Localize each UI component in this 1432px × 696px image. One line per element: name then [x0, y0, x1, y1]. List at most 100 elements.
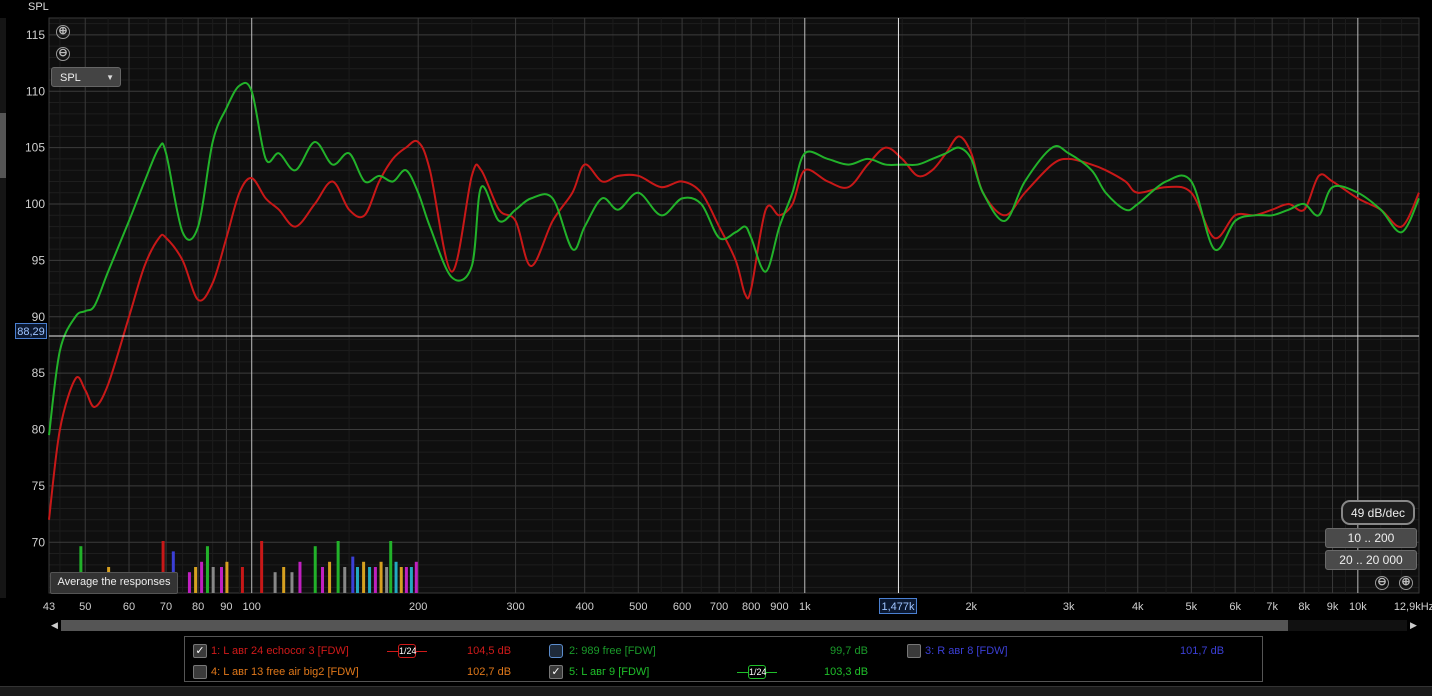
impulse-bar [240, 567, 244, 593]
cursor-x-readout: 1,477k [879, 598, 917, 614]
y-tick-label: 115 [26, 28, 45, 42]
smoothing-indicator[interactable]: 1/24 [737, 664, 777, 680]
checkbox-checked-icon[interactable]: ✓ [549, 665, 563, 679]
impulse-bar [394, 561, 398, 593]
impulse-bar [389, 541, 393, 593]
y-tick-labels: 70 75 80 85 90 95 100 105 110 115 [25, 28, 45, 549]
checkbox-checked-icon[interactable]: ✓ [193, 644, 207, 658]
x-tick-label: 60 [123, 601, 135, 613]
y-tick-label: 80 [32, 423, 46, 437]
impulse-bar [343, 567, 347, 593]
legend-label: 3: R авг 8 [FDW] [925, 645, 1008, 657]
x-tick-label: 600 [673, 601, 691, 613]
y-scrollbar-thumb[interactable] [0, 113, 6, 178]
impulse-bar [290, 572, 294, 593]
spl-chart[interactable]: 70 75 80 85 90 95 100 105 110 115 43 50 60 70 80 90 100… [0, 0, 1432, 620]
legend-value: 99,7 dB [830, 645, 868, 657]
impulse-bar [404, 567, 408, 593]
zoom-in-icon[interactable]: ⊕ [56, 25, 70, 39]
y-axis-title: SPL [28, 1, 49, 13]
impulse-bar [321, 567, 325, 593]
x-zoom-in-icon[interactable]: ⊕ [1399, 576, 1413, 590]
legend-value: 104,5 dB [467, 645, 512, 657]
impulse-bar [368, 567, 372, 593]
impulse-bar [362, 561, 366, 593]
impulse-bar [379, 561, 383, 593]
impulse-bar [187, 572, 191, 593]
x-tick-label: 300 [506, 601, 524, 613]
x-tick-label: 8k [1298, 601, 1310, 613]
y-tick-label: 85 [32, 366, 46, 380]
range-20-20000-button[interactable]: 20 .. 20 000 [1325, 550, 1417, 570]
x-scrollbar[interactable] [61, 620, 1407, 631]
slope-button[interactable]: 49 dB/dec [1341, 500, 1415, 525]
x-tick-label: 500 [629, 601, 647, 613]
smoothing-indicator[interactable]: 1/24 [387, 643, 427, 659]
y-tick-label: 75 [32, 479, 46, 493]
smoothing-label: 1/24 [748, 665, 767, 679]
impulse-bar [355, 567, 359, 593]
x-tick-label: 7k [1266, 601, 1278, 613]
x-tick-labels: 43 50 60 70 80 90 100 200 300 400 500 600 700 800 900 1… [43, 601, 1432, 613]
y-tick-label: 90 [32, 310, 46, 324]
zoom-out-icon[interactable]: ⊖ [56, 47, 70, 61]
legend-value: 101,7 dB [1180, 645, 1225, 657]
impulse-bar [298, 561, 302, 593]
chevron-down-icon: ▼ [106, 73, 114, 82]
legend-value: 103,3 dB [824, 666, 869, 678]
checkbox-unchecked-icon[interactable] [907, 644, 921, 658]
impulse-bar [273, 572, 277, 593]
impulse-bar [260, 541, 264, 593]
y-tick-label: 70 [32, 535, 46, 549]
legend-value: 102,7 dB [467, 666, 512, 678]
measurement-type-dropdown[interactable]: SPL ▼ [51, 67, 121, 87]
impulse-bar [205, 546, 209, 593]
x-tick-label: 5k [1186, 601, 1198, 613]
impulse-bar [220, 567, 224, 593]
scroll-left-icon[interactable]: ◀ [51, 620, 58, 631]
scroll-right-icon[interactable]: ▶ [1410, 620, 1417, 631]
impulse-bar [409, 567, 413, 593]
impulse-bar [414, 561, 418, 593]
y-scrollbar[interactable] [0, 18, 6, 598]
line-right [766, 672, 777, 673]
x-tick-label: 100 [243, 601, 261, 613]
y-tick-label: 110 [26, 84, 45, 98]
dropdown-value: SPL [60, 72, 81, 84]
x-tick-label: 9k [1327, 601, 1339, 613]
y-tick-label: 105 [25, 141, 45, 155]
impulse-bar [328, 561, 332, 593]
impulse-bar [385, 567, 389, 593]
line-right [416, 651, 427, 652]
x-tick-label: 50 [79, 601, 91, 613]
x-tick-label: 6k [1229, 601, 1241, 613]
legend-panel: ✓ 1: L авг 24 echocor 3 [FDW] 1/24 104,5… [184, 636, 1263, 682]
legend-label: 4: L авг 13 free air big2 [FDW] [211, 666, 359, 678]
y-tick-label: 95 [32, 253, 46, 267]
x-tick-label: 1k [799, 601, 811, 613]
x-tick-label: 4k [1132, 601, 1144, 613]
x-tick-label: 43 [43, 601, 55, 613]
checkbox-unchecked-icon[interactable] [193, 665, 207, 679]
line-left [737, 672, 748, 673]
x-tick-label: 3k [1063, 601, 1075, 613]
x-zoom-out-icon[interactable]: ⊖ [1375, 576, 1389, 590]
impulse-bar [282, 567, 286, 593]
impulse-bar [225, 561, 229, 593]
x-tick-label: 900 [770, 601, 788, 613]
impulse-bar [200, 561, 204, 593]
y-tick-label: 100 [25, 197, 45, 211]
checkbox-unchecked-icon[interactable] [549, 644, 563, 658]
average-responses-button[interactable]: Average the responses [50, 572, 178, 594]
x-tick-label: 400 [576, 601, 594, 613]
legend-label: 2: 989 free [FDW] [569, 645, 656, 657]
legend-label: 5: L авг 9 [FDW] [569, 666, 650, 678]
x-scrollbar-thumb[interactable] [61, 620, 1288, 631]
x-tick-label: 12,9kHz [1394, 601, 1432, 613]
impulse-bar [194, 567, 198, 593]
impulse-bar [211, 567, 215, 593]
range-10-200-button[interactable]: 10 .. 200 [1325, 528, 1417, 548]
x-tick-label: 10k [1349, 601, 1367, 613]
cursor-y-readout: 88,29 [15, 323, 47, 339]
x-tick-label: 200 [409, 601, 427, 613]
